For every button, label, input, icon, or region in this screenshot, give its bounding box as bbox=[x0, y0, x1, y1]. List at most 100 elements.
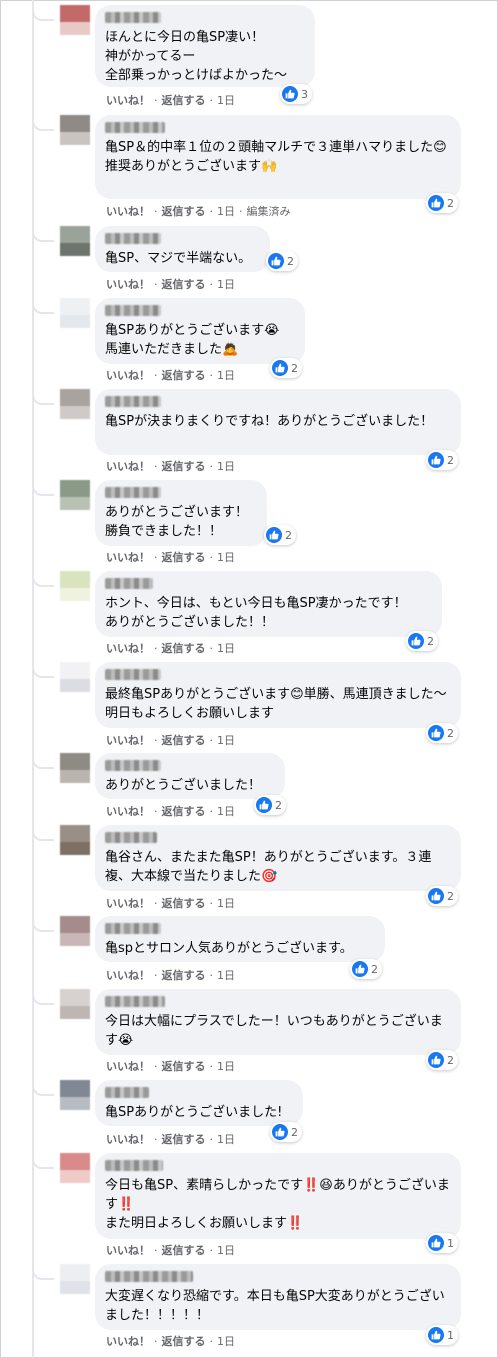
author-name[interactable] bbox=[105, 122, 165, 133]
like-button[interactable]: いいね！ bbox=[106, 805, 150, 818]
timestamp[interactable]: 1日 bbox=[217, 642, 235, 655]
timestamp[interactable]: 1日 bbox=[217, 969, 235, 982]
like-reactions[interactable]: 2 bbox=[270, 358, 302, 378]
avatar[interactable] bbox=[60, 480, 90, 510]
reply-button[interactable]: 返信する bbox=[162, 969, 206, 982]
avatar[interactable] bbox=[60, 753, 90, 783]
like-button[interactable]: いいね！ bbox=[106, 1335, 150, 1348]
like-reactions[interactable]: 2 bbox=[254, 795, 286, 815]
timestamp[interactable]: 1日 bbox=[217, 94, 235, 107]
timestamp[interactable]: 1日 bbox=[217, 1060, 235, 1073]
timestamp[interactable]: 1日 bbox=[217, 369, 235, 382]
reply-button[interactable]: 返信する bbox=[162, 1133, 206, 1146]
like-count: 1 bbox=[447, 1236, 454, 1250]
like-reactions[interactable]: 2 bbox=[426, 886, 458, 906]
timestamp[interactable]: 1日 bbox=[217, 1244, 235, 1257]
author-name[interactable] bbox=[105, 1271, 193, 1282]
like-button[interactable]: いいね！ bbox=[106, 969, 150, 982]
edited-label[interactable]: 編集済み bbox=[247, 205, 291, 218]
author-name[interactable] bbox=[105, 578, 153, 589]
like-button[interactable]: いいね！ bbox=[106, 1133, 150, 1146]
author-name[interactable] bbox=[105, 396, 161, 407]
author-name[interactable] bbox=[105, 923, 161, 934]
author-name[interactable] bbox=[105, 233, 161, 244]
author-name[interactable] bbox=[105, 487, 161, 498]
thread-branch bbox=[32, 1153, 54, 1169]
reply-button[interactable]: 返信する bbox=[162, 94, 206, 107]
like-reactions[interactable]: 2 bbox=[426, 450, 458, 470]
reply-button[interactable]: 返信する bbox=[162, 460, 206, 473]
like-button[interactable]: いいね！ bbox=[106, 278, 150, 291]
avatar[interactable] bbox=[60, 825, 90, 855]
reply-button[interactable]: 返信する bbox=[162, 642, 206, 655]
comment-bubble: 最終亀SPありがとうございます😊単勝、馬連頂きました〜明日もよろしくお願いします bbox=[95, 662, 461, 728]
like-button[interactable]: いいね！ bbox=[106, 205, 150, 218]
reply-button[interactable]: 返信する bbox=[162, 1060, 206, 1073]
like-button[interactable]: いいね！ bbox=[106, 369, 150, 382]
like-reactions[interactable]: 2 bbox=[266, 251, 298, 271]
reply-button[interactable]: 返信する bbox=[162, 205, 206, 218]
author-name[interactable] bbox=[105, 1087, 149, 1098]
like-button[interactable]: いいね！ bbox=[106, 460, 150, 473]
like-button[interactable]: いいね！ bbox=[106, 897, 150, 910]
author-name[interactable] bbox=[105, 996, 165, 1007]
reply-button[interactable]: 返信する bbox=[162, 1244, 206, 1257]
like-button[interactable]: いいね！ bbox=[106, 642, 150, 655]
avatar[interactable] bbox=[60, 916, 90, 946]
avatar[interactable] bbox=[60, 389, 90, 419]
like-reactions[interactable]: 2 bbox=[350, 959, 382, 979]
avatar[interactable] bbox=[60, 115, 90, 145]
timestamp[interactable]: 1日 bbox=[217, 897, 235, 910]
timestamp[interactable]: 1日 bbox=[217, 734, 235, 747]
avatar[interactable] bbox=[60, 571, 90, 601]
thumbs-up-icon bbox=[408, 633, 424, 649]
like-reactions[interactable]: 3 bbox=[280, 84, 312, 104]
timestamp[interactable]: 1日 bbox=[217, 1335, 235, 1348]
avatar[interactable] bbox=[60, 1080, 90, 1110]
reply-button[interactable]: 返信する bbox=[162, 897, 206, 910]
like-button[interactable]: いいね！ bbox=[106, 551, 150, 564]
avatar[interactable] bbox=[60, 1153, 90, 1183]
like-reactions[interactable]: 1 bbox=[426, 1325, 458, 1345]
like-reactions[interactable]: 2 bbox=[264, 525, 296, 545]
like-button[interactable]: いいね！ bbox=[106, 734, 150, 747]
avatar[interactable] bbox=[60, 298, 90, 328]
like-button[interactable]: いいね！ bbox=[106, 1244, 150, 1257]
author-name[interactable] bbox=[105, 760, 161, 771]
like-reactions[interactable]: 2 bbox=[406, 631, 438, 651]
timestamp[interactable]: 1日 bbox=[217, 805, 235, 818]
comment-bubble: ありがとうございました！ bbox=[95, 753, 285, 799]
avatar[interactable] bbox=[60, 989, 90, 1019]
comment-bubble: 亀SPが決まりまくりですね！ありがとうございました！ bbox=[95, 389, 461, 455]
like-reactions[interactable]: 2 bbox=[426, 723, 458, 743]
timestamp[interactable]: 1日 bbox=[217, 278, 235, 291]
timestamp[interactable]: 1日 bbox=[217, 460, 235, 473]
avatar[interactable] bbox=[60, 662, 90, 692]
avatar[interactable] bbox=[60, 1264, 90, 1294]
like-button[interactable]: いいね！ bbox=[106, 94, 150, 107]
reply-button[interactable]: 返信する bbox=[162, 1335, 206, 1348]
reply-button[interactable]: 返信する bbox=[162, 805, 206, 818]
author-name[interactable] bbox=[105, 12, 161, 23]
like-reactions[interactable]: 2 bbox=[270, 1122, 302, 1142]
timestamp[interactable]: 1日 bbox=[217, 205, 235, 218]
reply-button[interactable]: 返信する bbox=[162, 278, 206, 291]
avatar[interactable] bbox=[60, 226, 90, 256]
comment-text: 今日は大幅にプラスでしたー！いつもありがとうございます😭 bbox=[105, 1014, 443, 1048]
avatar[interactable] bbox=[60, 5, 90, 35]
like-reactions[interactable]: 2 bbox=[426, 1050, 458, 1070]
author-name[interactable] bbox=[105, 669, 161, 680]
author-name[interactable] bbox=[105, 832, 157, 843]
comment-text: 亀SPありがとうございます😭 馬連いただきました🙇 bbox=[105, 323, 280, 357]
reply-button[interactable]: 返信する bbox=[162, 551, 206, 564]
reply-button[interactable]: 返信する bbox=[162, 734, 206, 747]
timestamp[interactable]: 1日 bbox=[217, 1133, 235, 1146]
timestamp[interactable]: 1日 bbox=[217, 551, 235, 564]
reply-button[interactable]: 返信する bbox=[162, 369, 206, 382]
thread-branch bbox=[32, 226, 54, 242]
author-name[interactable] bbox=[105, 305, 161, 316]
like-reactions[interactable]: 2 bbox=[426, 193, 458, 213]
like-button[interactable]: いいね！ bbox=[106, 1060, 150, 1073]
author-name[interactable] bbox=[105, 1160, 163, 1171]
like-reactions[interactable]: 1 bbox=[426, 1233, 458, 1253]
